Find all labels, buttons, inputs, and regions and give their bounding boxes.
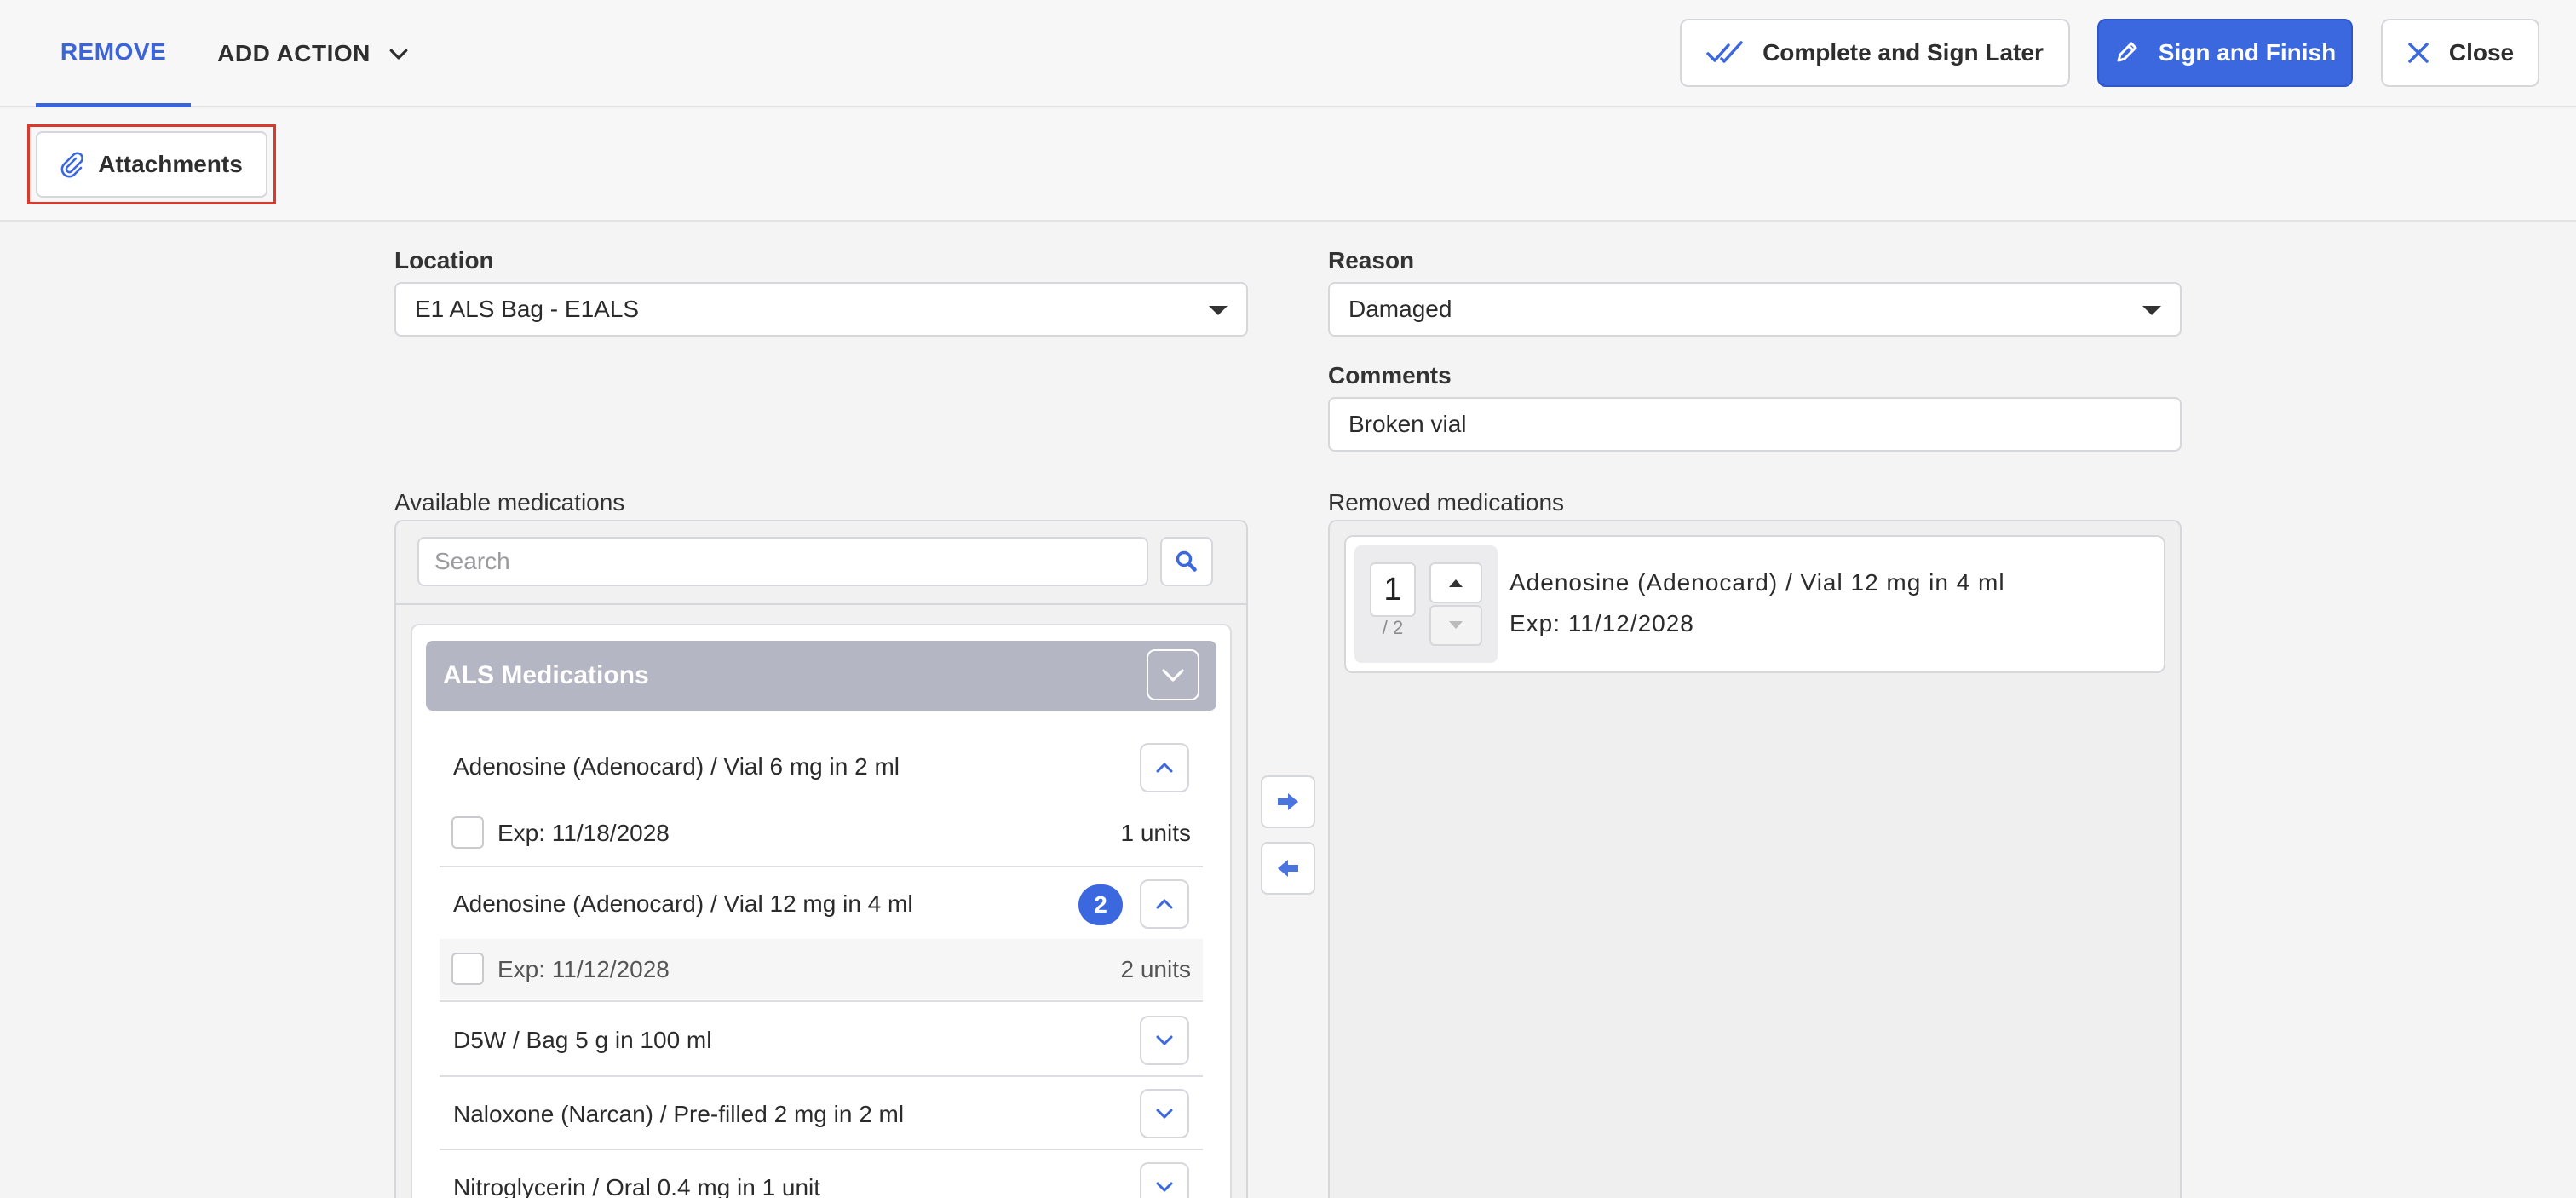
chevron-up-icon	[1156, 899, 1173, 909]
comments-field[interactable]: Broken vial	[1328, 397, 2182, 452]
removed-medications-title: Removed medications	[1328, 489, 1565, 515]
sign-and-finish-label: Sign and Finish	[2158, 39, 2337, 66]
lot-row: Exp: 11/12/2028 2 units	[440, 939, 1203, 999]
quantity-max: / 2	[1382, 617, 1404, 638]
chevron-down-icon	[1156, 1182, 1173, 1192]
chevron-down-icon	[1162, 669, 1184, 682]
location-select[interactable]: E1 ALS Bag - E1ALS	[394, 282, 1248, 337]
search-input[interactable]: Search	[417, 537, 1148, 586]
close-button[interactable]: Close	[2381, 19, 2539, 87]
divider	[440, 1075, 1203, 1077]
location-value: E1 ALS Bag - E1ALS	[415, 296, 640, 322]
collapse-button[interactable]	[1140, 879, 1189, 929]
decrement-button[interactable]	[1429, 605, 1482, 646]
move-left-button[interactable]	[1261, 842, 1315, 895]
lot-row: Exp: 11/18/2028 1 units	[440, 803, 1203, 862]
divider	[440, 1149, 1203, 1150]
chevron-down-icon	[389, 49, 408, 60]
complete-sign-later-button[interactable]: Complete and Sign Later	[1680, 19, 2070, 87]
comments-label: Comments	[1328, 362, 1452, 389]
quantity-value[interactable]: 1	[1370, 562, 1416, 617]
med-name: Naloxone (Narcan) / Pre-filled 2 mg in 2…	[453, 1101, 905, 1127]
chevron-down-icon	[1156, 1035, 1173, 1045]
comments-value: Broken vial	[1348, 411, 1467, 437]
med-name: Adenosine (Adenocard) / Vial 12 mg in 4 …	[453, 890, 913, 917]
removed-item-name: Adenosine (Adenocard) / Vial 12 mg in 4 …	[1509, 569, 2005, 596]
attachments-label: Attachments	[98, 151, 243, 177]
caret-down-icon	[1209, 306, 1228, 315]
action-toolbar: Attachments	[0, 109, 2576, 222]
chevron-down-icon	[1156, 1109, 1173, 1119]
tab-add-action-label: ADD ACTION	[217, 40, 371, 66]
reason-select[interactable]: Damaged	[1328, 282, 2182, 337]
lot-checkbox[interactable]	[451, 953, 484, 985]
expand-button[interactable]	[1140, 1089, 1189, 1138]
lot-expiration: Exp: 11/18/2028	[497, 820, 670, 846]
selected-count-badge: 2	[1078, 884, 1123, 925]
attachments-button[interactable]: Attachments	[36, 131, 267, 198]
divider	[440, 1000, 1203, 1002]
med-name: D5W / Bag 5 g in 100 ml	[453, 1027, 712, 1053]
lot-units: 1 units	[1120, 820, 1192, 846]
removed-item-expiration: Exp: 11/12/2028	[1509, 610, 1694, 636]
reason-label: Reason	[1328, 247, 1415, 274]
reason-value: Damaged	[1348, 296, 1452, 322]
collapse-button[interactable]	[1140, 743, 1189, 792]
sign-and-finish-button[interactable]: Sign and Finish	[2097, 19, 2353, 87]
arrow-left-icon	[1278, 860, 1298, 877]
group-header[interactable]: ALS Medications	[426, 641, 1216, 711]
lot-expiration: Exp: 11/12/2028	[497, 956, 670, 982]
move-right-button[interactable]	[1261, 775, 1315, 828]
top-bar: REMOVE ADD ACTION Complete and Sign Late…	[0, 0, 2576, 107]
tab-remove[interactable]: REMOVE	[36, 0, 191, 107]
chevron-up-icon	[1156, 763, 1173, 773]
search-placeholder: Search	[434, 548, 510, 574]
tab-add-action[interactable]: ADD ACTION	[203, 0, 426, 107]
double-check-icon	[1706, 41, 1743, 63]
increment-button[interactable]	[1429, 562, 1482, 603]
group-name: ALS Medications	[443, 661, 649, 689]
caret-down-icon	[2142, 306, 2161, 315]
location-label: Location	[394, 247, 494, 274]
med-name: Nitroglycerin / Oral 0.4 mg in 1 unit	[453, 1174, 821, 1198]
expand-button[interactable]	[1140, 1016, 1189, 1065]
caret-up-icon	[1449, 579, 1463, 587]
divider	[440, 866, 1203, 867]
paperclip-icon	[60, 152, 83, 178]
group-toggle-button[interactable]	[1147, 649, 1199, 700]
close-label: Close	[2448, 39, 2515, 66]
expand-button[interactable]	[1140, 1162, 1189, 1198]
available-medications-title: Available medications	[394, 489, 625, 515]
lot-checkbox[interactable]	[451, 816, 484, 849]
lot-units: 2 units	[1120, 956, 1192, 982]
med-name: Adenosine (Adenocard) / Vial 6 mg in 2 m…	[453, 753, 900, 780]
tab-remove-label: REMOVE	[60, 37, 167, 65]
search-button[interactable]	[1160, 537, 1213, 586]
close-icon	[2408, 43, 2429, 63]
complete-sign-later-label: Complete and Sign Later	[1762, 39, 2044, 66]
divider	[396, 603, 1246, 605]
caret-down-icon	[1449, 621, 1463, 629]
pen-icon	[2117, 42, 2137, 62]
search-icon	[1176, 550, 1197, 572]
arrow-right-icon	[1278, 793, 1298, 810]
